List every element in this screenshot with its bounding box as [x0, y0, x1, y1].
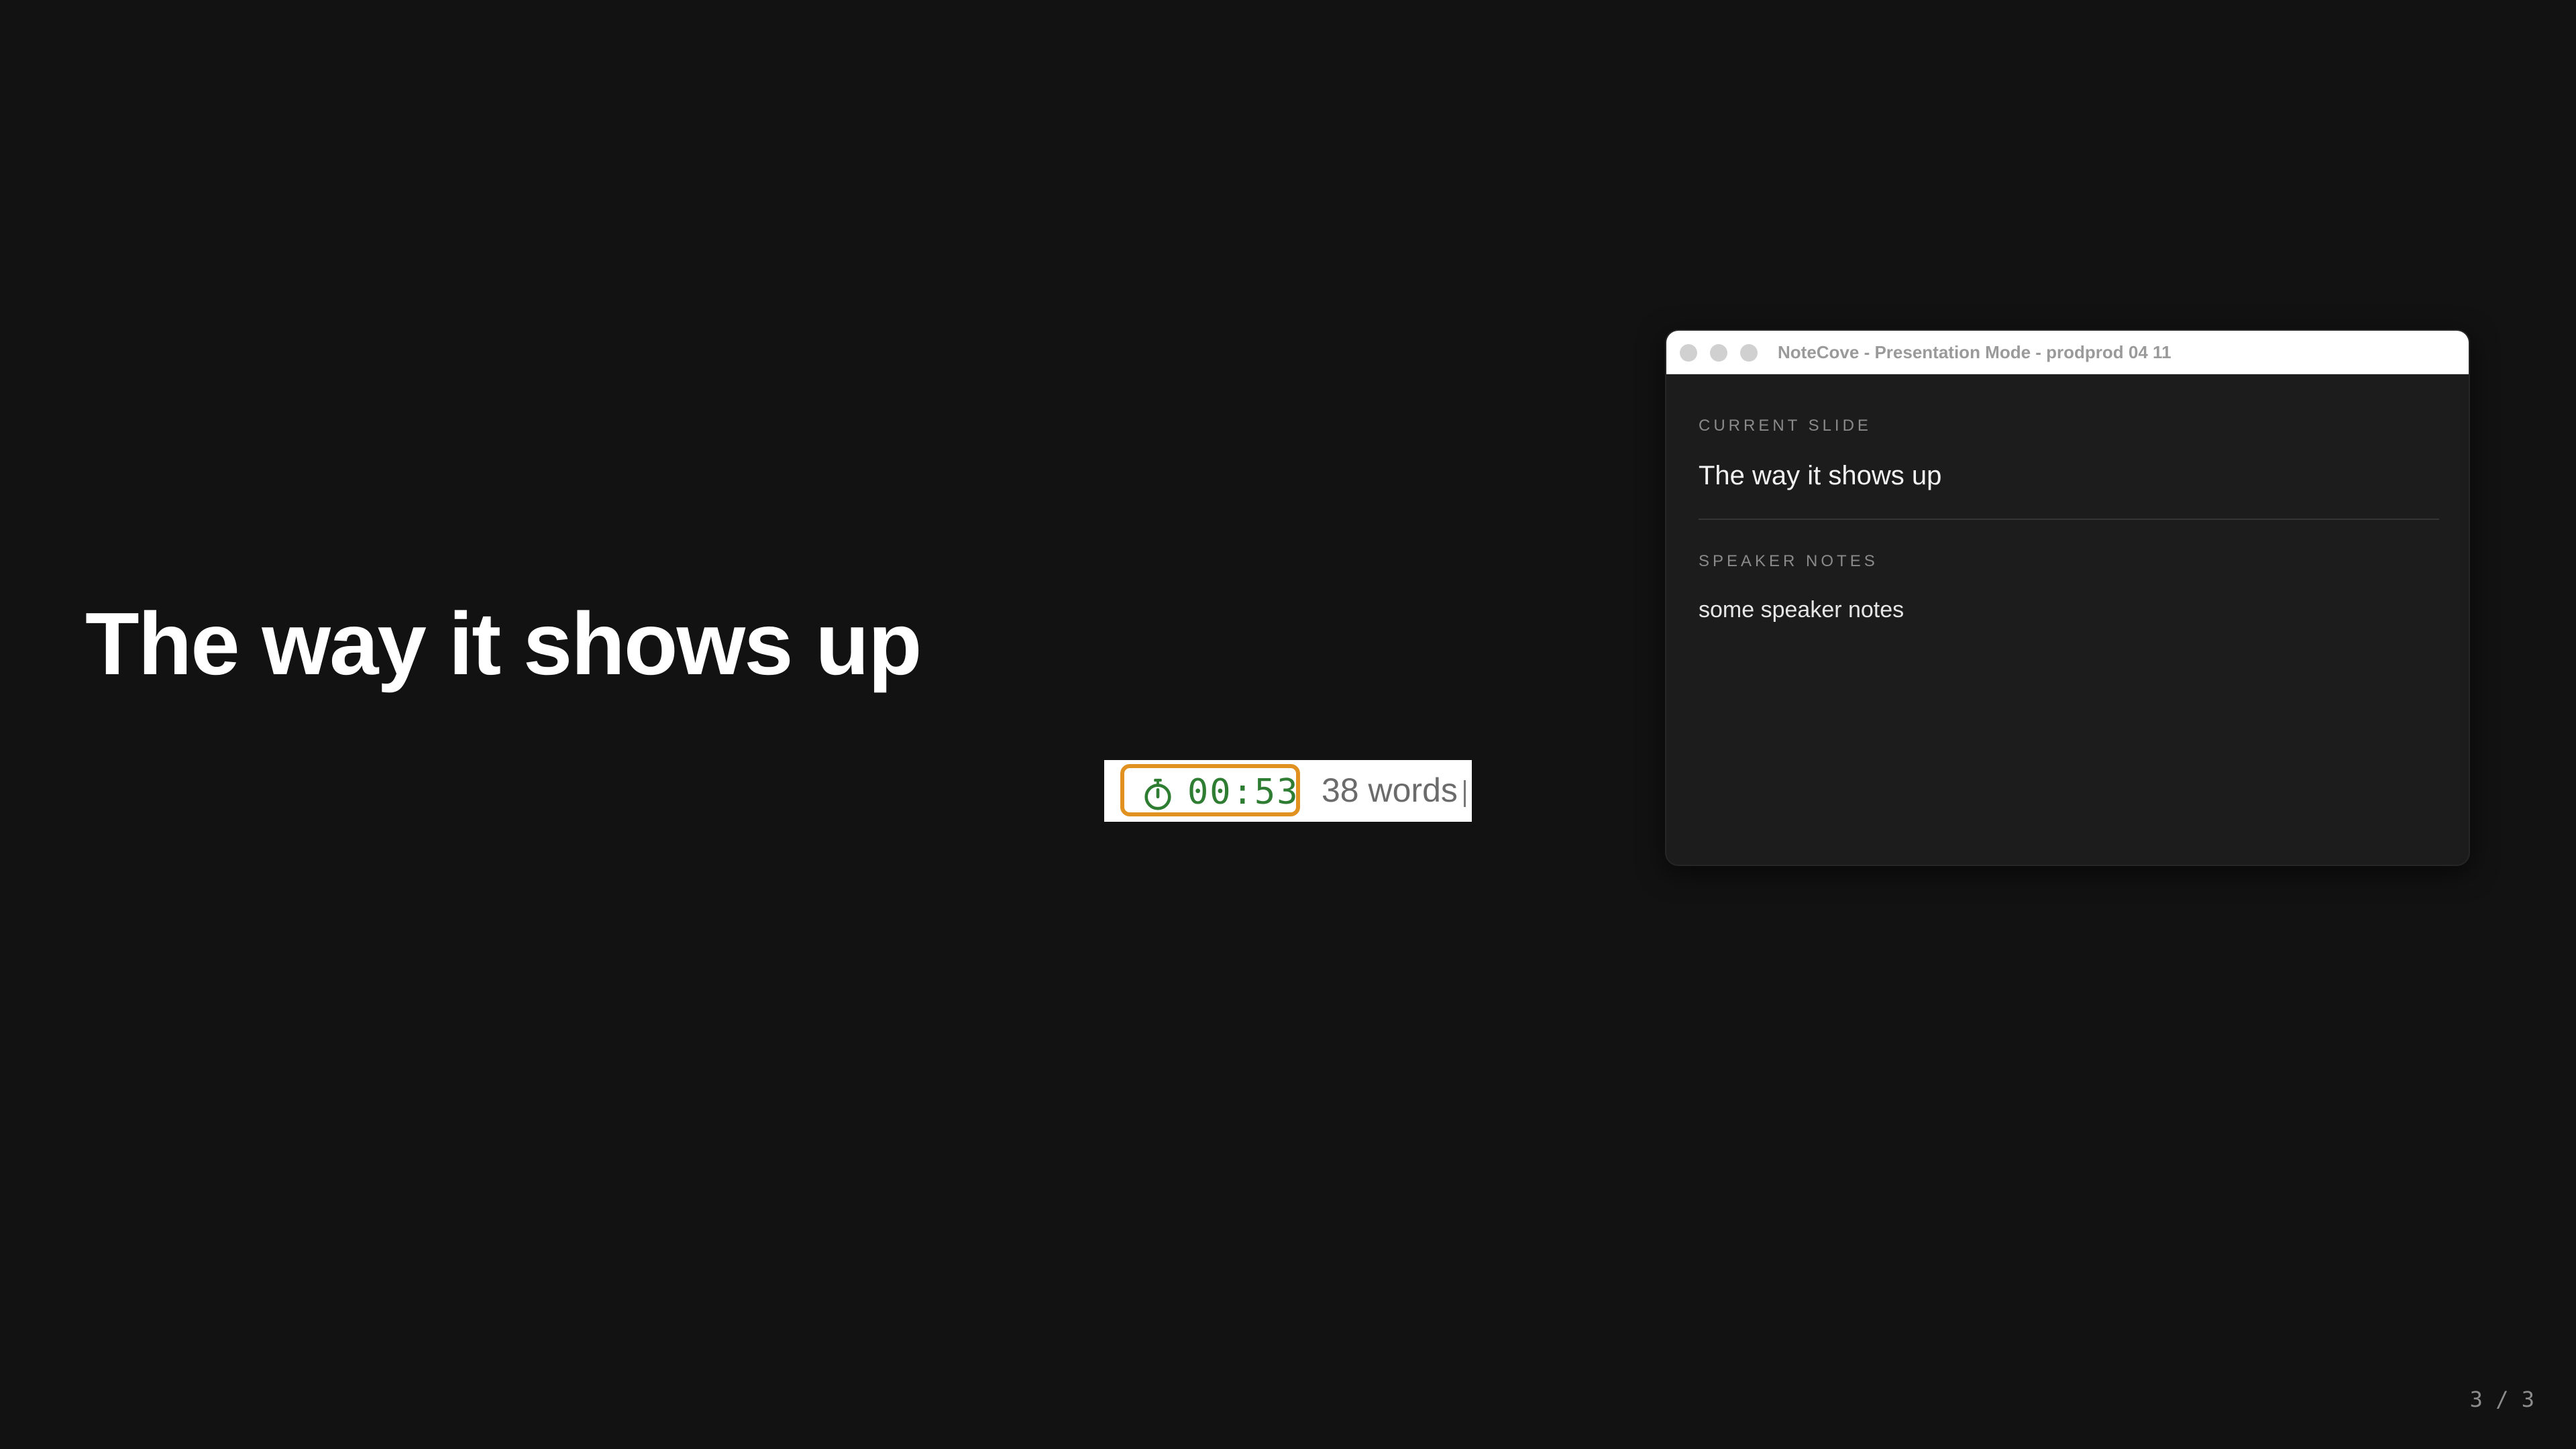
elapsed-timer[interactable]: 00:53: [1120, 764, 1300, 816]
window-titlebar[interactable]: NoteCove - Presentation Mode - prodprod …: [1666, 331, 2469, 374]
current-slide-label: CURRENT SLIDE: [1699, 417, 1872, 435]
slide-title: The way it shows up: [85, 594, 922, 693]
presenter-notes-window[interactable]: NoteCove - Presentation Mode - prodprod …: [1665, 329, 2470, 866]
window-close-button[interactable]: [1680, 344, 1697, 362]
section-divider: [1699, 519, 2439, 520]
elapsed-time: 00:53: [1187, 772, 1299, 812]
timer-status-strip: 00:53 38 words: [1104, 760, 1472, 822]
speaker-notes-text: some speaker notes: [1699, 597, 1904, 623]
window-minimize-button[interactable]: [1710, 344, 1727, 362]
slide-counter: 3 / 3: [2469, 1387, 2534, 1412]
current-slide-title: The way it shows up: [1699, 461, 1942, 490]
window-title: NoteCove - Presentation Mode - prodprod …: [1778, 342, 2171, 362]
window-maximize-button[interactable]: [1740, 344, 1758, 362]
stopwatch-icon: [1144, 778, 1171, 810]
presentation-stage: The way it shows up 00:53 38 words NoteC…: [0, 0, 2576, 1449]
text-cursor: [1464, 780, 1466, 807]
word-count: 38 words: [1322, 771, 1458, 809]
speaker-notes-label: SPEAKER NOTES: [1699, 552, 1878, 570]
